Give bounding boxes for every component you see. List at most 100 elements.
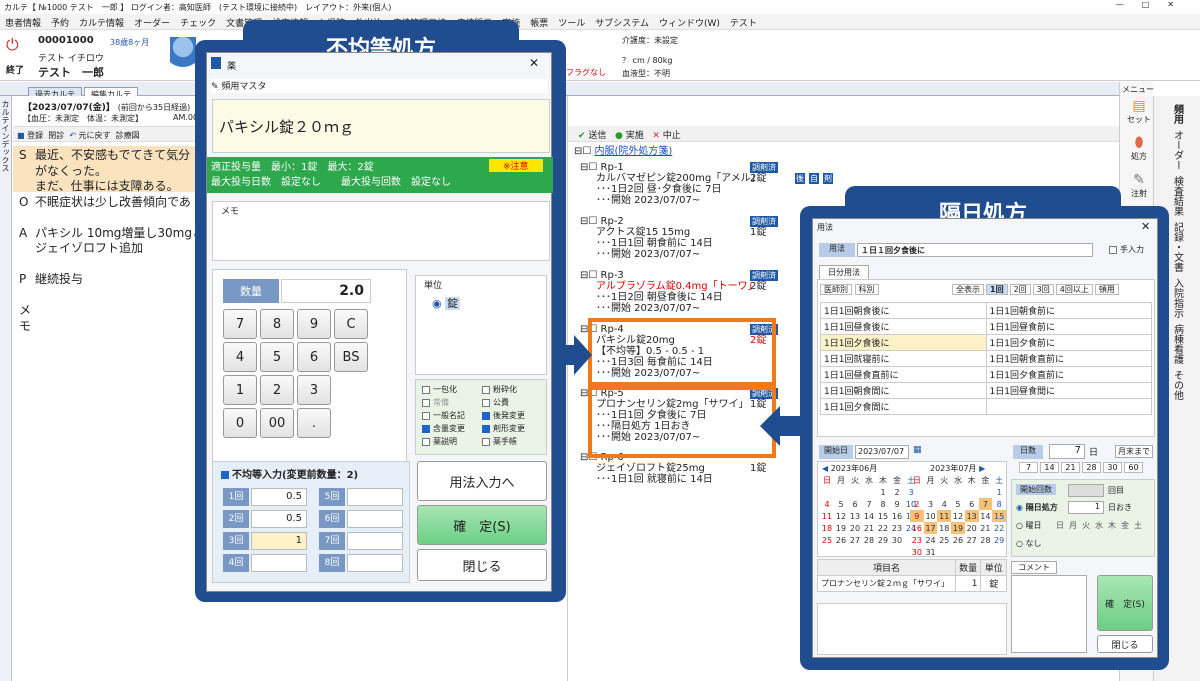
- days-field[interactable]: 7: [1049, 444, 1085, 459]
- calendar-day[interactable]: 23: [910, 534, 924, 546]
- weekday-option[interactable]: 日: [1056, 520, 1069, 531]
- usage-row[interactable]: 1日1回夕食後に 1日1回夕食前に: [820, 334, 1152, 351]
- menu-item[interactable]: 帳票: [525, 14, 553, 31]
- calendar-day[interactable]: 20: [848, 522, 862, 534]
- keypad-key[interactable]: 7: [223, 309, 257, 339]
- calendar-day[interactable]: 16: [910, 522, 924, 534]
- keypad-key[interactable]: C: [334, 309, 368, 339]
- maximize-button[interactable]: □: [1142, 0, 1168, 9]
- calendar-day[interactable]: 3: [924, 498, 938, 510]
- calendar-day[interactable]: 24: [924, 534, 938, 546]
- weekday-option[interactable]: 木: [1108, 520, 1121, 531]
- calendar-day[interactable]: 11: [820, 510, 834, 522]
- option-checkbox[interactable]: 常備: [422, 397, 480, 408]
- calendar-day[interactable]: 22: [992, 522, 1006, 534]
- menu-item[interactable]: オーダー: [129, 14, 175, 31]
- calendar-day[interactable]: 27: [965, 534, 979, 546]
- keypad-key[interactable]: 2: [260, 375, 294, 405]
- keypad-key[interactable]: 00: [260, 408, 294, 438]
- vtab-order[interactable]: オーダー: [1170, 130, 1185, 170]
- minimize-button[interactable]: —: [1116, 0, 1142, 9]
- exit-label[interactable]: 終了: [6, 63, 24, 76]
- manual-input[interactable]: 手入力: [1109, 244, 1144, 255]
- times-field[interactable]: [1068, 484, 1104, 497]
- calendar-day[interactable]: 4: [820, 498, 834, 510]
- vtab-admission[interactable]: 入院指示: [1170, 278, 1185, 318]
- keypad-key[interactable]: 3: [297, 375, 331, 405]
- keypad-key[interactable]: .: [297, 408, 331, 438]
- calendar-day[interactable]: 8: [876, 498, 890, 510]
- unit-radio[interactable]: ◉ 錠: [416, 293, 546, 313]
- option-checkbox[interactable]: 薬説明: [422, 436, 480, 447]
- weekday-radio[interactable]: ○ 曜日: [1016, 520, 1042, 531]
- table-row[interactable]: プロナンセリン錠２ｍｇ「サワイ」 1 錠: [817, 575, 1007, 592]
- option-checkbox[interactable]: 一般名記: [422, 410, 480, 421]
- day-preset-button[interactable]: 30: [1103, 462, 1122, 473]
- calendar-day[interactable]: 12: [834, 510, 848, 522]
- calendar-day[interactable]: 7: [862, 498, 876, 510]
- count-filter[interactable]: 1回: [986, 284, 1008, 295]
- calendar-day[interactable]: 2: [890, 486, 904, 498]
- calendar-day[interactable]: 15: [992, 510, 1006, 522]
- vtab-records[interactable]: 記録・文書: [1170, 222, 1185, 272]
- count-filter[interactable]: 3回: [1032, 284, 1054, 295]
- calendar-day[interactable]: 10: [924, 510, 938, 522]
- dialog-close-icon[interactable]: ✕: [529, 56, 539, 70]
- day-preset-button[interactable]: 60: [1124, 462, 1143, 473]
- usage-button[interactable]: 用法: [819, 243, 855, 257]
- calendar-day[interactable]: 11: [937, 510, 952, 522]
- window-controls[interactable]: —□✕: [1116, 0, 1192, 9]
- frequent-master-tab[interactable]: ✎ 頻用マスタ: [211, 79, 547, 93]
- calendar-day[interactable]: 30: [890, 534, 904, 546]
- menu-item[interactable]: チェック: [175, 14, 221, 31]
- keypad-key[interactable]: 5: [260, 342, 294, 372]
- time-qty-field[interactable]: 1: [251, 532, 307, 550]
- count-filter[interactable]: 4回以上: [1055, 284, 1093, 295]
- day-preset-button[interactable]: 14: [1040, 462, 1059, 473]
- undo-button[interactable]: 元に戻す: [79, 131, 111, 140]
- menu-item[interactable]: サブシステム: [590, 14, 654, 31]
- calendar-day[interactable]: 6: [965, 498, 979, 510]
- calendar-day[interactable]: 12: [951, 510, 965, 522]
- calendar-day[interactable]: 13: [964, 510, 979, 522]
- calendar-day[interactable]: 25: [820, 534, 834, 546]
- calendar-day[interactable]: 19: [951, 522, 965, 534]
- usage-row[interactable]: 1日1回朝食後に 1日1回朝食前に: [820, 302, 1152, 319]
- tab-daily-usage[interactable]: 日分用法: [819, 265, 869, 280]
- calendar-day[interactable]: 9: [910, 510, 924, 522]
- calendar-day[interactable]: 28: [862, 534, 876, 546]
- calendar-day[interactable]: 21: [862, 522, 876, 534]
- calendar-day[interactable]: 6: [848, 498, 862, 510]
- exit-icon[interactable]: ⏻: [6, 35, 24, 54]
- calendar-day[interactable]: 21: [979, 522, 993, 534]
- comment-field[interactable]: [1011, 575, 1087, 653]
- month-end-button[interactable]: 月末まで: [1115, 445, 1153, 458]
- keypad-key[interactable]: 4: [223, 342, 257, 372]
- calendar-day[interactable]: 9: [890, 498, 904, 510]
- qty-field[interactable]: 2.0: [281, 279, 371, 303]
- calendar-day[interactable]: 15: [876, 510, 890, 522]
- filter-dept[interactable]: 科別: [854, 284, 879, 295]
- menu-item[interactable]: カルテ情報: [74, 14, 129, 31]
- close-button-2[interactable]: 閉じる: [1097, 635, 1153, 653]
- calendar-day[interactable]: 31: [924, 546, 938, 558]
- calendar-day[interactable]: 5: [834, 498, 848, 510]
- calendar-day[interactable]: 2: [910, 498, 924, 510]
- option-checkbox[interactable]: 一包化: [422, 384, 480, 395]
- calendar-day[interactable]: 27: [848, 534, 862, 546]
- time-qty-field[interactable]: [347, 532, 403, 550]
- vtab-other[interactable]: その他: [1170, 370, 1185, 400]
- usage-row[interactable]: 1日1回昼食直前に 1日1回夕食直前に: [820, 366, 1152, 383]
- karte-index-bar[interactable]: カルテインデックス: [0, 96, 12, 681]
- menu-item[interactable]: 患者情報: [0, 14, 46, 31]
- day-preset-button[interactable]: 28: [1082, 462, 1101, 473]
- option-checkbox[interactable]: 粉砕化: [482, 384, 540, 395]
- dialog2-close-icon[interactable]: ✕: [1141, 220, 1150, 233]
- calendar-day[interactable]: 25: [937, 534, 951, 546]
- rp-1[interactable]: ⊟☐ Rp-1 調剤済 カルバマゼピン錠200mg「アメル」 2錠 ･･･1日2回 …: [580, 162, 840, 206]
- memo-field[interactable]: メモ: [212, 201, 550, 261]
- count-filter[interactable]: 全表示: [952, 284, 984, 295]
- time-qty-field[interactable]: 0.5: [251, 488, 307, 506]
- weekday-option[interactable]: 月: [1069, 520, 1082, 531]
- keypad-key[interactable]: 6: [297, 342, 331, 372]
